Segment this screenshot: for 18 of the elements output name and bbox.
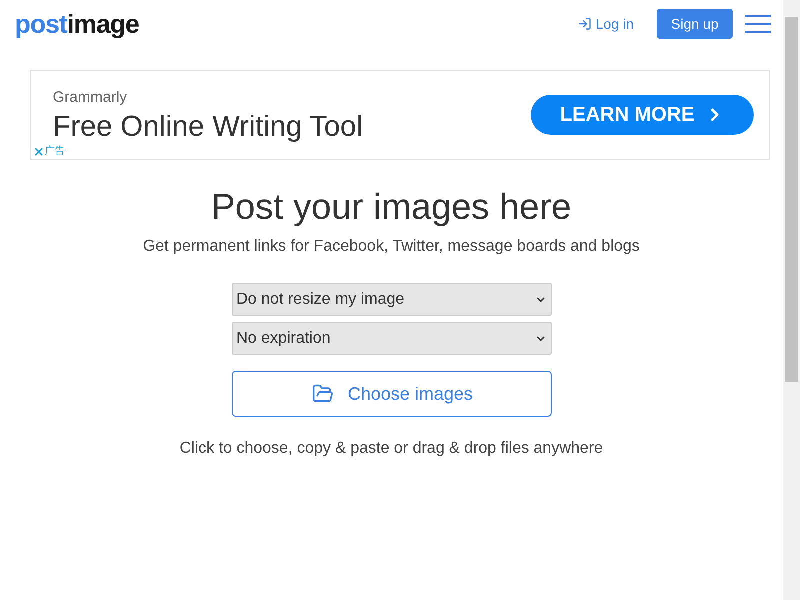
page-title: Post your images here xyxy=(211,185,572,229)
upload-hint: Click to choose, copy & paste or drag & drop files anywhere xyxy=(180,439,604,459)
signup-button[interactable]: Sign up xyxy=(657,9,733,39)
select-field[interactable]: Do not resize my image xyxy=(232,283,552,316)
subtitle: Get permanent links for Facebook, Twitter, message boards and blogs xyxy=(143,237,640,257)
login-link[interactable]: Log in xyxy=(596,14,634,34)
menu-icon[interactable] xyxy=(745,14,771,34)
choose-images-button[interactable]: Choose images xyxy=(232,371,552,417)
logo[interactable]: postimage xyxy=(15,11,140,37)
scrollbar[interactable] xyxy=(783,0,800,600)
close-icon[interactable] xyxy=(33,146,45,158)
learn-more-button[interactable]: LEARN MORE xyxy=(531,95,754,135)
select-field[interactable]: No expiration xyxy=(232,322,552,355)
ad-label: 广告 xyxy=(45,147,65,157)
login-icon xyxy=(578,17,592,31)
ad-headline: Free Online Writing Tool xyxy=(53,110,364,146)
ad-banner[interactable]: Grammarly Free Online Writing Tool LEARN MORE 广告 xyxy=(30,70,770,160)
ad-brand: Grammarly xyxy=(53,88,128,108)
